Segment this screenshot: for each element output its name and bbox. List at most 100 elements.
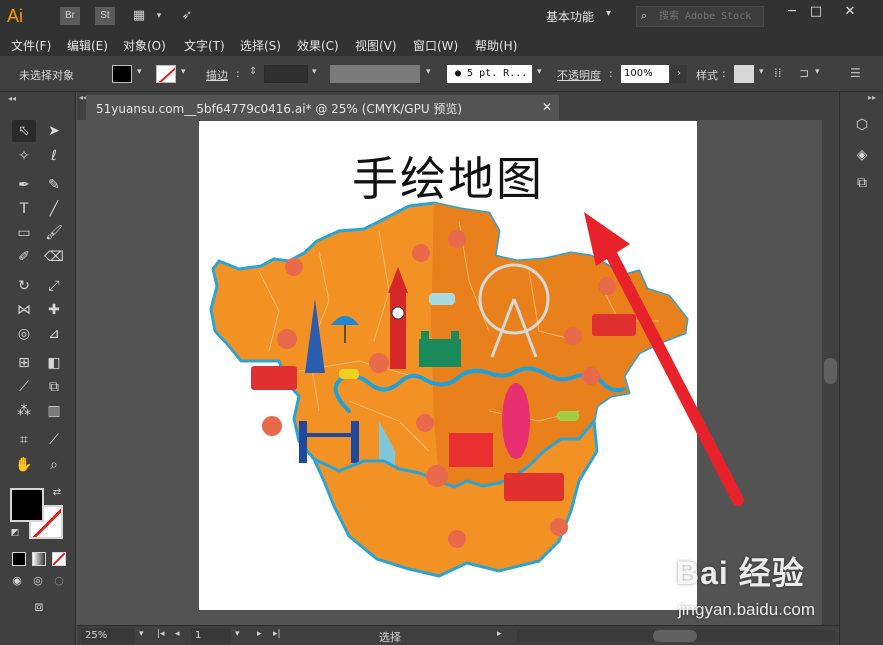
workspace-chevron-icon[interactable]: ▾	[606, 8, 611, 19]
workspace-switcher[interactable]: 基本功能	[546, 8, 594, 25]
close-tab-icon[interactable]: ✕	[542, 100, 552, 114]
menu-object[interactable]: 对象(O)	[123, 37, 166, 54]
shaper-tool-icon[interactable]: ✐	[12, 246, 36, 268]
stock-search[interactable]: ⌕	[636, 6, 764, 27]
first-artboard-icon[interactable]: |◂	[157, 629, 165, 639]
menu-type[interactable]: 文字(T)	[184, 37, 225, 54]
layers-icon[interactable]: ◈	[851, 144, 873, 166]
symbol-sprayer-tool-icon[interactable]: ⁂	[12, 400, 36, 422]
menu-help[interactable]: 帮助(H)	[475, 37, 517, 54]
rectangle-tool-icon[interactable]: ▭	[12, 222, 36, 244]
slice-tool-icon[interactable]: ⟋	[42, 429, 66, 451]
scale-tool-icon[interactable]: ⤢	[42, 275, 66, 297]
opacity-arrow-icon[interactable]: ›	[671, 65, 687, 83]
profile-chevron-icon[interactable]: ▾	[426, 67, 431, 77]
line-tool-icon[interactable]: ╱	[42, 198, 66, 220]
menu-file[interactable]: 文件(F)	[11, 37, 51, 54]
color-mode-icon[interactable]	[12, 552, 26, 566]
opacity-input[interactable]: 100%	[621, 65, 669, 83]
puppet-warp-tool-icon[interactable]: ✚	[42, 299, 66, 321]
paintbrush-tool-icon[interactable]: 🖌	[42, 222, 66, 244]
menu-window[interactable]: 窗口(W)	[413, 37, 458, 54]
perspective-grid-tool-icon[interactable]: ⊿	[42, 323, 66, 345]
selection-tool-icon[interactable]: ⬁	[12, 120, 36, 142]
vertical-scroll-thumb[interactable]	[824, 358, 837, 384]
variable-width-profile[interactable]	[330, 65, 420, 83]
expand-arrows-icon[interactable]: ▸▸	[868, 93, 876, 102]
menu-effect[interactable]: 效果(C)	[297, 37, 339, 54]
artboard-chevron-icon[interactable]: ▾	[235, 629, 240, 639]
stroke-weight-input[interactable]	[264, 65, 308, 83]
screen-mode-icon[interactable]: ⧈	[27, 596, 51, 618]
menu-view[interactable]: 视图(V)	[355, 37, 397, 54]
style-chevron-icon[interactable]: ▾	[759, 67, 764, 77]
eyedropper-tool-icon[interactable]: ⟋	[12, 376, 36, 398]
artboard-tool-icon[interactable]: ⌗	[12, 429, 36, 451]
default-fill-stroke-icon[interactable]: ◩	[8, 526, 22, 540]
libraries-icon[interactable]: ⬡	[851, 114, 873, 136]
opacity-label[interactable]: 不透明度	[557, 67, 601, 83]
fill-chevron-icon[interactable]: ▾	[137, 67, 142, 77]
align-icon[interactable]: ⁞⁞	[774, 66, 782, 80]
blend-tool-icon[interactable]: ⧉	[42, 376, 66, 398]
shape-builder-tool-icon[interactable]: ◎	[12, 323, 36, 345]
stroke-weight-chevron-icon[interactable]: ▾	[312, 67, 317, 77]
previous-artboard-icon[interactable]: ◂	[175, 629, 180, 639]
eraser-tool-icon[interactable]: ⌫	[42, 246, 66, 268]
curvature-tool-icon[interactable]: ✎	[42, 174, 66, 196]
lasso-tool-icon[interactable]: ℓ	[42, 145, 66, 167]
collapse-arrows-icon[interactable]: ◂◂	[8, 94, 16, 103]
maximize-icon[interactable]: □	[802, 2, 830, 22]
brush-definition[interactable]: ● 5 pt. R...	[447, 65, 532, 83]
bridge-button[interactable]: Br	[60, 7, 80, 25]
direct-selection-tool-icon[interactable]: ➤	[42, 120, 66, 142]
transform-chevron-icon[interactable]: ▾	[815, 67, 820, 77]
horizontal-scroll-thumb[interactable]	[653, 630, 697, 642]
panel-menu-icon[interactable]: ☰	[850, 66, 861, 80]
brush-chevron-icon[interactable]: ▾	[537, 67, 542, 77]
artboards-icon[interactable]: ⧉	[851, 172, 873, 194]
draw-behind-icon[interactable]: ◎	[29, 572, 47, 590]
status-menu-icon[interactable]: ▸	[497, 629, 502, 639]
stroke-swatch[interactable]	[156, 65, 176, 83]
stroke-label[interactable]: 描边	[206, 67, 228, 83]
draw-inside-icon[interactable]: ○	[50, 572, 68, 590]
width-tool-icon[interactable]: ⋈	[12, 299, 36, 321]
menu-edit[interactable]: 编辑(E)	[67, 37, 108, 54]
stroke-stepper-icon[interactable]: ⇕	[249, 66, 257, 77]
magic-wand-tool-icon[interactable]: ✧	[12, 145, 36, 167]
zoom-level-field[interactable]: 25%	[81, 628, 135, 643]
menu-select[interactable]: 选择(S)	[240, 37, 281, 54]
pen-tool-icon[interactable]: ✒	[12, 174, 36, 196]
zoom-chevron-icon[interactable]: ▾	[139, 629, 144, 639]
none-mode-icon[interactable]	[52, 552, 66, 566]
close-icon[interactable]: ✕	[836, 2, 864, 22]
stock-button[interactable]: St	[95, 7, 115, 25]
type-tool-icon[interactable]: T	[12, 198, 36, 220]
last-artboard-icon[interactable]: ▸|	[273, 629, 281, 639]
current-tool-status[interactable]: 选择	[379, 629, 401, 645]
mesh-tool-icon[interactable]: ⊞	[12, 352, 36, 374]
swap-fill-stroke-icon[interactable]: ⇄	[50, 486, 64, 500]
hand-tool-icon[interactable]: ✋	[12, 454, 36, 476]
document-tab[interactable]: 51yuansu.com__5bf64779c0416.ai* @ 25% (C…	[86, 95, 559, 120]
artboard[interactable]: 手绘地图	[199, 121, 697, 610]
transform-icon[interactable]: ⊐	[799, 66, 809, 80]
column-graph-tool-icon[interactable]: ▥	[42, 400, 66, 422]
gradient-mode-icon[interactable]	[32, 552, 46, 566]
next-artboard-icon[interactable]: ▸	[257, 629, 262, 639]
graphic-style-swatch[interactable]	[734, 65, 754, 83]
search-input[interactable]	[659, 9, 761, 24]
gradient-tool-icon[interactable]: ◧	[42, 352, 66, 374]
rotate-tool-icon[interactable]: ↻	[12, 275, 36, 297]
canvas-area[interactable]: 手绘地图	[77, 120, 822, 625]
gpu-performance-icon[interactable]: ➶	[176, 7, 198, 25]
artboard-number-field[interactable]: 1	[191, 628, 231, 643]
draw-normal-icon[interactable]: ◉	[8, 572, 26, 590]
zoom-tool-icon[interactable]: ⌕	[42, 454, 66, 476]
fill-color-box[interactable]	[10, 488, 44, 522]
horizontal-scrollbar[interactable]	[517, 630, 835, 642]
fill-swatch[interactable]	[112, 65, 132, 83]
stroke-chevron-icon[interactable]: ▾	[181, 67, 186, 77]
arrange-documents-icon[interactable]: ▦	[128, 7, 150, 25]
